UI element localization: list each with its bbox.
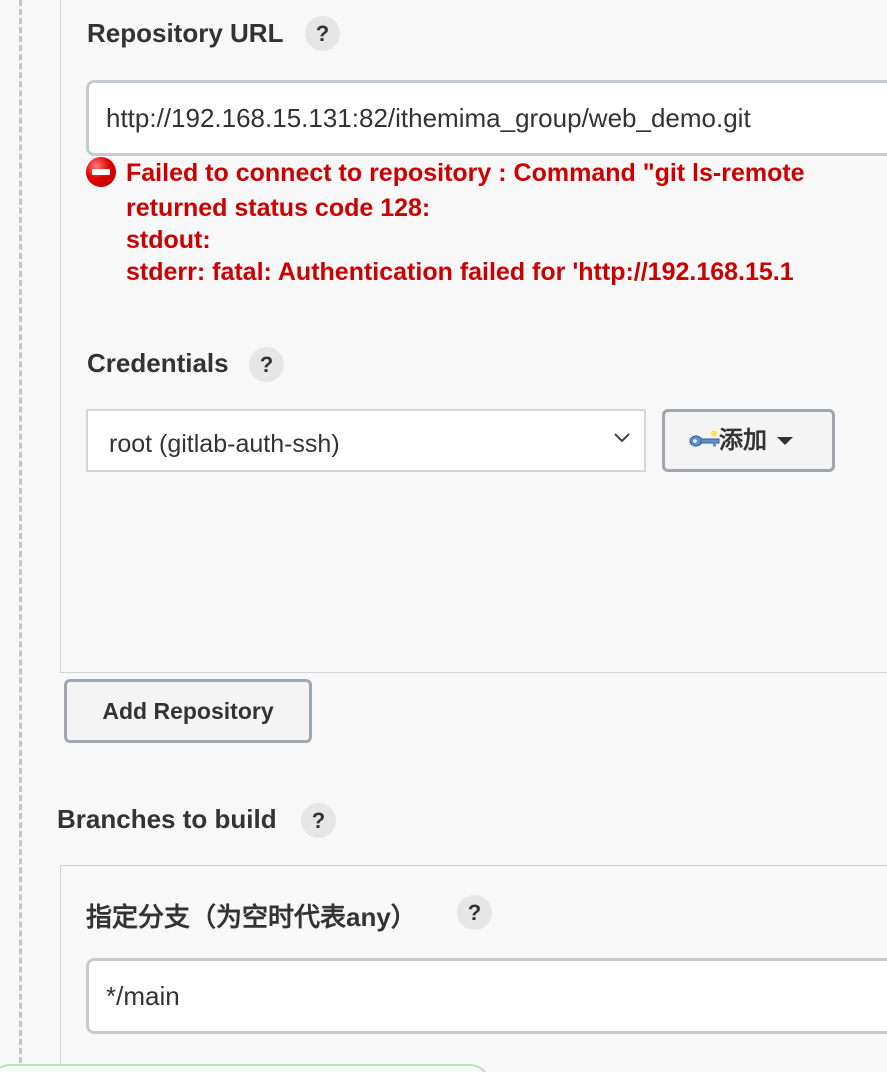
credentials-help-icon[interactable]: ? (249, 347, 284, 382)
credentials-selected-value: root (gitlab-auth-ssh) (109, 430, 340, 458)
credentials-select[interactable]: root (gitlab-auth-ssh) (86, 409, 646, 472)
branch-specifier-help-icon[interactable]: ? (457, 895, 492, 930)
repository-url-label: Repository URL (87, 18, 284, 48)
error-line: returned status code 128: (126, 194, 431, 222)
caret-down-icon (777, 437, 793, 445)
error-line: stdout: (126, 226, 211, 254)
add-repository-button[interactable]: Add Repository (64, 679, 312, 743)
error-line: Failed to connect to repository : Comman… (126, 159, 805, 187)
branch-specifier-input[interactable]: */main (86, 958, 887, 1034)
git-scm-config-panel: Repository URL ? http://192.168.15.131:8… (0, 0, 887, 1072)
repository-url-input[interactable]: http://192.168.15.131:82/ithemima_group/… (86, 80, 887, 156)
error-icon (86, 157, 116, 187)
add-credentials-button[interactable]: 添加 (662, 409, 835, 472)
bottom-notification-bar (0, 1064, 490, 1072)
repository-url-help-icon[interactable]: ? (305, 16, 340, 51)
branches-to-build-label: Branches to build (57, 804, 277, 834)
key-icon (689, 430, 720, 447)
error-line: stderr: fatal: Authentication failed for… (126, 258, 794, 286)
branches-help-icon[interactable]: ? (301, 803, 336, 838)
section-divider-dashed (19, 0, 22, 1072)
add-credentials-label: 添加 (719, 427, 767, 454)
credentials-label: Credentials (87, 348, 229, 378)
chevron-down-icon (614, 433, 630, 443)
branch-specifier-label: 指定分支（为空时代表any） (86, 902, 417, 932)
